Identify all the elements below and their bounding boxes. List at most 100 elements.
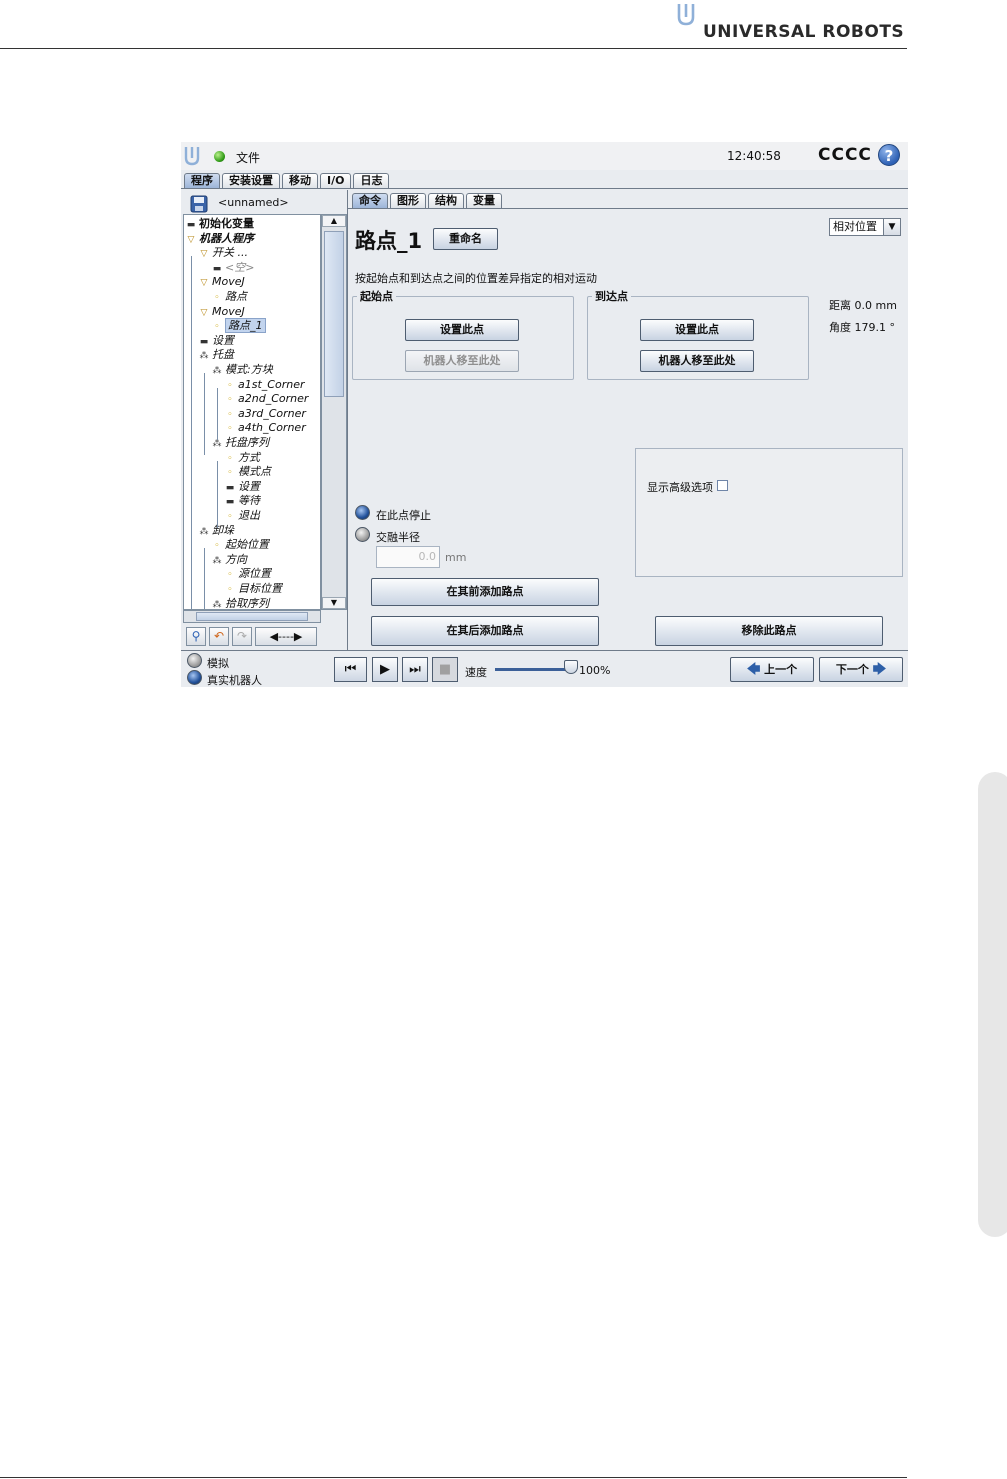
tab-move[interactable]: 移动 bbox=[282, 173, 318, 188]
next-button[interactable]: 下一个 🡆 bbox=[819, 657, 903, 682]
arrow-left-icon: 🡄 bbox=[746, 662, 761, 677]
tab-variables[interactable]: 变量 bbox=[466, 193, 502, 208]
undo-icon[interactable]: ↶ bbox=[209, 627, 229, 646]
tree-node[interactable]: ▽ MoveJ bbox=[199, 275, 245, 289]
chevron-down-icon[interactable]: ▼ bbox=[883, 219, 900, 235]
tree-node[interactable]: ▬ 初始化变量 bbox=[186, 217, 254, 231]
speed-slider-handle[interactable] bbox=[564, 660, 578, 674]
scroll-thumb[interactable] bbox=[324, 231, 344, 397]
start-move-here-button[interactable]: 机器人移至此处 bbox=[405, 350, 519, 372]
tree-node-dot-icon: ◦ bbox=[227, 380, 233, 391]
tree-node[interactable]: ⁂ 拾取序列 bbox=[212, 597, 270, 609]
tree-node[interactable]: ▬ 等待 bbox=[225, 494, 260, 508]
tab-installation[interactable]: 安装设置 bbox=[222, 173, 280, 188]
tree-node[interactable]: ◦ a4th_Corner bbox=[225, 421, 305, 435]
brand-name: UNIVERSAL ROBOTS bbox=[703, 22, 905, 42]
stop-at-point-radio[interactable] bbox=[355, 505, 370, 520]
skip-to-start-icon[interactable]: ⏮ bbox=[334, 657, 367, 682]
tab-graphics[interactable]: 图形 bbox=[390, 193, 426, 208]
tree-node[interactable]: ◦ 路点_1 bbox=[212, 318, 266, 334]
tree-node[interactable]: ▽ 开关 ... bbox=[199, 246, 248, 260]
tree-node-label: <空> bbox=[225, 260, 255, 274]
real-robot-radio[interactable] bbox=[187, 670, 202, 685]
tree-node[interactable]: ◦ a3rd_Corner bbox=[225, 407, 306, 421]
tree-node[interactable]: ◦ 起始位置 bbox=[212, 538, 269, 552]
tab-structure[interactable]: 结构 bbox=[428, 193, 464, 208]
tree-node[interactable]: ⁂ 托盘 bbox=[199, 348, 235, 362]
tree-node-bar-icon: ▬ bbox=[225, 497, 235, 508]
move-node-arrows[interactable]: ◀----▶ bbox=[255, 627, 317, 646]
save-icon[interactable] bbox=[190, 195, 208, 213]
end-point-legend: 到达点 bbox=[595, 290, 628, 303]
side-thumb-tab bbox=[978, 772, 1007, 1237]
remove-waypoint-button[interactable]: 移除此路点 bbox=[655, 616, 883, 646]
tree-node-tri-icon: ▽ bbox=[200, 249, 208, 260]
tab-log[interactable]: 日志 bbox=[353, 173, 390, 188]
tree-node-dot-icon: ◦ bbox=[227, 453, 233, 464]
top-bar: 文件 12:40:58 CCCC ? bbox=[181, 142, 908, 170]
tree-vertical-scrollbar[interactable]: ▲ ▼ bbox=[321, 214, 347, 610]
tree-node[interactable]: ▬ 设置 bbox=[199, 334, 234, 348]
tree-node[interactable]: ◦ 方式 bbox=[225, 451, 260, 465]
simulation-radio[interactable] bbox=[187, 653, 202, 668]
tree-node-bar-icon: ▬ bbox=[225, 482, 235, 493]
step-icon[interactable]: ⏭ bbox=[402, 657, 428, 682]
motion-mode-value: 相对位置 bbox=[833, 220, 877, 233]
motion-mode-select[interactable]: 相对位置 ▼ bbox=[829, 218, 901, 236]
tab-io[interactable]: I/O bbox=[320, 173, 352, 188]
tree-node[interactable]: ◦ a2nd_Corner bbox=[225, 392, 308, 406]
tree-node-label: a1st_Corner bbox=[238, 377, 305, 391]
advanced-options-checkbox[interactable] bbox=[717, 480, 728, 491]
end-set-point-button[interactable]: 设置此点 bbox=[640, 319, 754, 341]
tree-node-label: 设置 bbox=[238, 479, 260, 493]
scroll-thumb-horizontal[interactable] bbox=[196, 612, 308, 621]
tree-node[interactable]: ◦ 退出 bbox=[225, 509, 260, 523]
blend-radius-input[interactable]: 0.0 bbox=[376, 546, 440, 568]
end-point-group: 到达点 设置此点 机器人移至此处 bbox=[587, 288, 809, 380]
tree-node[interactable]: ▬ <空> bbox=[212, 260, 255, 275]
play-icon[interactable]: ▶ bbox=[372, 657, 398, 682]
tree-node[interactable]: ◦ 源位置 bbox=[225, 567, 271, 581]
previous-button[interactable]: 🡄 上一个 bbox=[730, 657, 814, 682]
tree-node-label: 机器人程序 bbox=[199, 231, 254, 245]
tree-node-label: 等待 bbox=[238, 494, 260, 508]
end-move-here-button[interactable]: 机器人移至此处 bbox=[640, 350, 754, 372]
search-icon[interactable]: ⚲ bbox=[186, 627, 206, 646]
tree-node[interactable]: ⁂ 方向 bbox=[212, 553, 248, 567]
tab-divider bbox=[181, 188, 908, 189]
universal-robots-logo: UNIVERSAL ROBOTS bbox=[675, 0, 915, 46]
tree-node-label: 托盘序列 bbox=[225, 436, 269, 449]
tree-node[interactable]: ▬ 设置 bbox=[225, 480, 260, 494]
scroll-up-icon[interactable]: ▲ bbox=[322, 215, 346, 227]
scroll-down-icon[interactable]: ▼ bbox=[322, 597, 346, 609]
file-menu[interactable]: 文件 bbox=[236, 149, 260, 166]
tree-node-dot-icon: ◦ bbox=[227, 395, 233, 406]
rename-button[interactable]: 重命名 bbox=[433, 228, 498, 250]
stop-icon[interactable]: ■ bbox=[432, 657, 458, 682]
tree-horizontal-scrollbar[interactable] bbox=[183, 610, 321, 623]
clock: 12:40:58 bbox=[727, 149, 781, 163]
tree-node-label: a2nd_Corner bbox=[238, 392, 309, 406]
tree-node[interactable]: ▽ MoveJ bbox=[199, 305, 245, 319]
tree-node[interactable]: ◦ 目标位置 bbox=[225, 582, 282, 596]
start-set-point-button[interactable]: 设置此点 bbox=[405, 319, 519, 341]
add-before-button[interactable]: 在其前添加路点 bbox=[371, 578, 599, 606]
tree-node[interactable]: ▽ 机器人程序 bbox=[186, 232, 254, 246]
redo-icon[interactable]: ↷ bbox=[232, 627, 252, 646]
tree-node[interactable]: ◦ a1st_Corner bbox=[225, 378, 304, 392]
start-point-legend: 起始点 bbox=[360, 290, 393, 303]
advanced-options-box: 显示高级选项 bbox=[635, 448, 903, 577]
tree-node[interactable]: ◦ 模式点 bbox=[225, 465, 271, 479]
main-tabs: 程序 安装设置 移动 I/O 日志 bbox=[184, 173, 390, 188]
tab-program[interactable]: 程序 bbox=[184, 173, 220, 188]
tree-node[interactable]: ⁂ 托盘序列 bbox=[212, 436, 270, 450]
program-tree[interactable]: ▬ 初始化变量 ▽ 机器人程序 ▽ 开关 ... ▬ <空> ▽ MoveJ ◦ 路点 ▽ MoveJ ◦ 路… bbox=[183, 214, 321, 610]
blend-radius-radio[interactable] bbox=[355, 527, 370, 542]
tree-node[interactable]: ◦ 路点 bbox=[212, 290, 247, 304]
tree-node[interactable]: ⁂ 模式:方块 bbox=[212, 363, 273, 377]
tree-node-label: 初始化变量 bbox=[199, 217, 254, 230]
robot-name: CCCC bbox=[818, 145, 872, 165]
add-after-button[interactable]: 在其后添加路点 bbox=[371, 616, 599, 646]
help-icon[interactable]: ? bbox=[878, 144, 900, 166]
tab-command[interactable]: 命令 bbox=[352, 193, 388, 208]
